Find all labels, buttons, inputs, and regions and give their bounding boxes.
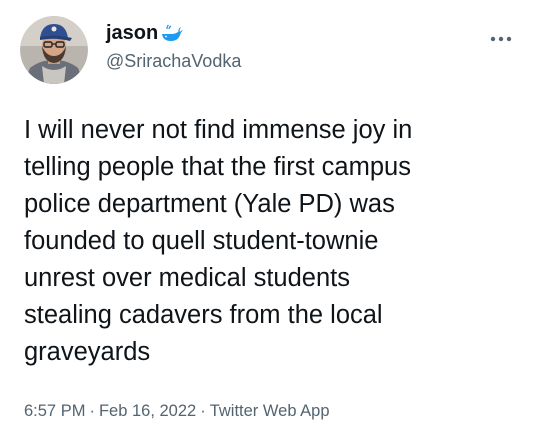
display-name[interactable]: jason	[106, 20, 158, 46]
tweet-date[interactable]: Feb 16, 2022	[99, 402, 196, 420]
tweet-time[interactable]: 6:57 PM	[24, 402, 85, 420]
display-name-row[interactable]: jason	[106, 20, 241, 46]
tweet-meta: 6:57 PM · Feb 16, 2022 · Twitter Web App	[24, 400, 330, 422]
tweet-text: I will never not find immense joy in tel…	[24, 116, 413, 366]
avatar[interactable]	[20, 16, 88, 84]
user-names: jason @SrirachaVodka	[106, 20, 241, 74]
more-icon[interactable]	[490, 30, 512, 42]
tweet-card: jason @SrirachaVodka I will never not fi…	[0, 0, 540, 436]
meta-separator: ·	[200, 402, 206, 420]
tweet-source[interactable]: Twitter Web App	[210, 402, 330, 420]
user-handle[interactable]: @SrirachaVodka	[106, 48, 241, 74]
meta-separator: ·	[89, 402, 95, 420]
whale-icon	[160, 24, 184, 44]
avatar-image	[20, 16, 88, 84]
tweet-header: jason @SrirachaVodka	[20, 16, 520, 86]
